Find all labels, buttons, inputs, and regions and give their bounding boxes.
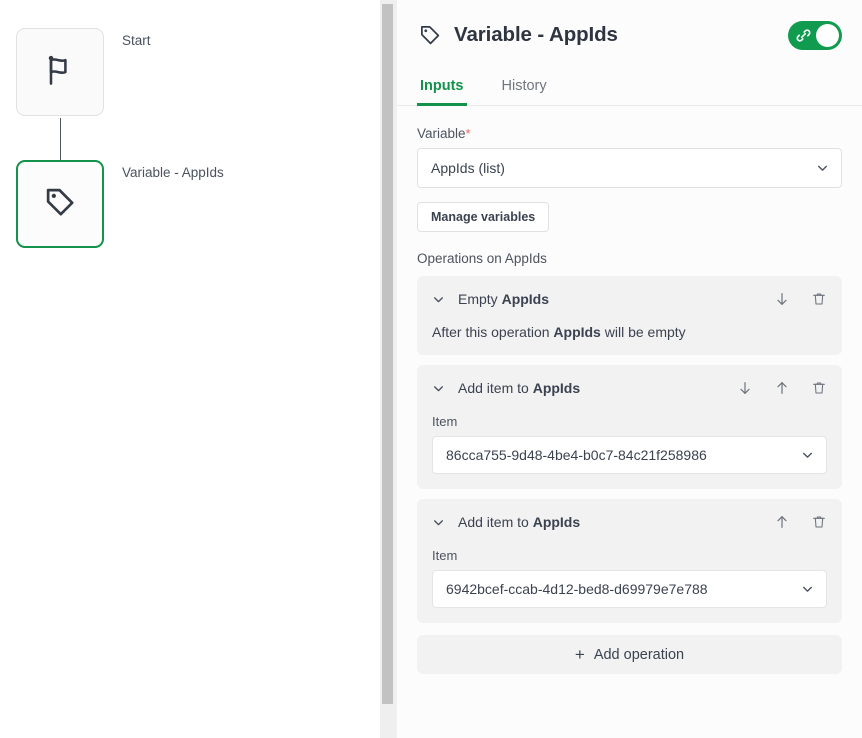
trash-icon[interactable] <box>811 291 827 307</box>
panel-scrollbar-track[interactable] <box>380 0 396 738</box>
arrow-down-icon[interactable] <box>737 380 753 396</box>
operation-title: Empty AppIds <box>458 291 774 307</box>
chevron-down-icon[interactable] <box>432 382 445 395</box>
operation-card: Add item to AppIds <box>417 499 842 623</box>
toggle-knob <box>816 24 839 47</box>
tag-icon <box>417 22 443 48</box>
flag-icon <box>42 52 78 93</box>
operation-title: Add item to AppIds <box>458 380 737 396</box>
flow-node-start-label: Start <box>122 33 151 48</box>
chevron-down-icon[interactable] <box>432 516 445 529</box>
trash-icon[interactable] <box>811 514 827 530</box>
required-marker: * <box>466 126 471 141</box>
trash-icon[interactable] <box>811 380 827 396</box>
arrow-up-icon[interactable] <box>774 380 790 396</box>
operation-header: Add item to AppIds <box>432 377 827 399</box>
operation-actions <box>774 291 827 307</box>
chevron-down-icon <box>801 449 814 462</box>
item-label: Item <box>432 548 827 563</box>
variable-select-value: AppIds (list) <box>431 160 505 176</box>
manage-variables-button[interactable]: Manage variables <box>417 202 549 232</box>
flow-node-variable-appids-label: Variable - AppIds <box>122 165 224 180</box>
arrow-up-icon[interactable] <box>774 514 790 530</box>
panel-tabs: Inputs History <box>397 72 862 106</box>
chevron-down-icon[interactable] <box>432 293 445 306</box>
operation-title-variable: AppIds <box>502 291 549 307</box>
operation-card: Add item to AppIds <box>417 365 842 489</box>
flow-canvas[interactable]: Start Variable - AppIds <box>0 0 380 738</box>
operation-card: Empty AppIds <box>417 276 842 355</box>
operation-header: Add item to AppIds <box>432 511 827 533</box>
variable-select[interactable]: AppIds (list) <box>417 148 842 188</box>
item-label: Item <box>432 414 827 429</box>
tab-inputs[interactable]: Inputs <box>417 72 467 106</box>
variable-field-label: Variable* <box>417 126 842 141</box>
operation-title-variable: AppIds <box>533 514 580 530</box>
chevron-down-icon <box>801 583 814 596</box>
add-operation-button[interactable]: + Add operation <box>417 635 842 674</box>
operation-title-variable: AppIds <box>533 380 580 396</box>
operation-title: Add item to AppIds <box>458 514 774 530</box>
operation-title-prefix: Add item to <box>458 514 533 530</box>
add-operation-label: Add operation <box>594 647 684 663</box>
link-icon <box>795 27 812 44</box>
chevron-down-icon <box>816 162 829 175</box>
item-select-value: 6942bcef-ccab-4d12-bed8-d69979e7e788 <box>446 581 708 597</box>
tab-history[interactable]: History <box>499 72 550 106</box>
panel-header: Variable - AppIds <box>397 0 862 56</box>
operation-description-suffix: will be empty <box>601 324 686 340</box>
item-select[interactable]: 6942bcef-ccab-4d12-bed8-d69979e7e788 <box>432 570 827 608</box>
arrow-down-icon[interactable] <box>774 291 790 307</box>
panel-body: Variable* AppIds (list) Manage variables… <box>397 106 862 674</box>
app-root: Start Variable - AppIds Variable - <box>0 0 862 738</box>
operation-description-prefix: After this operation <box>432 324 553 340</box>
details-panel: Variable - AppIds Inputs History Variabl… <box>396 0 862 738</box>
page-title: Variable - AppIds <box>454 23 788 47</box>
item-select[interactable]: 86cca755-9d48-4be4-b0c7-84c21f258986 <box>432 436 827 474</box>
enabled-toggle[interactable] <box>788 21 842 50</box>
panel-scrollbar-thumb[interactable] <box>382 4 393 704</box>
variable-field-label-text: Variable <box>417 126 466 141</box>
item-select-value: 86cca755-9d48-4be4-b0c7-84c21f258986 <box>446 447 707 463</box>
operation-actions <box>774 514 827 530</box>
operation-description: After this operation AppIds will be empt… <box>432 324 827 340</box>
operations-caption: Operations on AppIds <box>417 251 842 266</box>
operation-actions <box>737 380 827 396</box>
flow-node-variable-appids[interactable] <box>16 160 104 248</box>
plus-icon: + <box>575 646 585 663</box>
operation-description-variable: AppIds <box>553 324 600 340</box>
operation-title-prefix: Empty <box>458 291 502 307</box>
flow-node-start[interactable] <box>16 28 104 116</box>
tag-icon <box>41 183 79 226</box>
operation-title-prefix: Add item to <box>458 380 533 396</box>
operation-header: Empty AppIds <box>432 288 827 310</box>
